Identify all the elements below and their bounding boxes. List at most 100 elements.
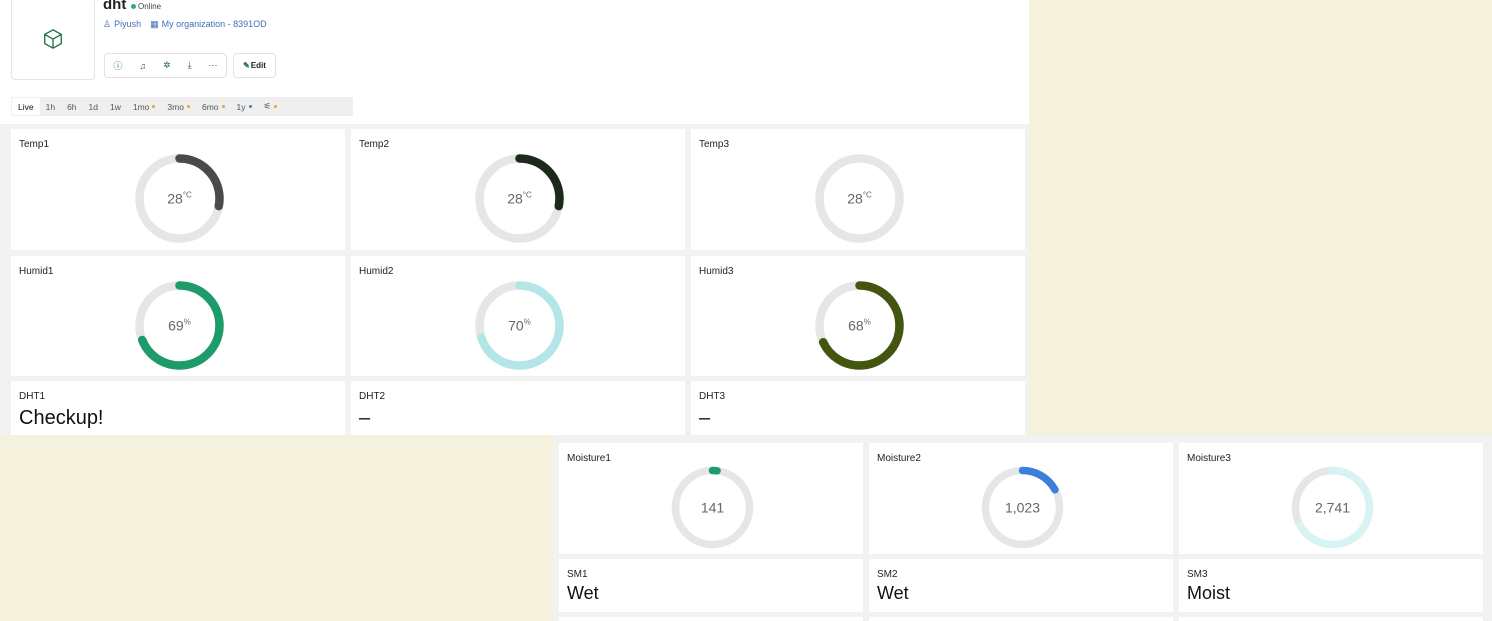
time-range-option[interactable]: 1d xyxy=(83,98,104,115)
gauge-value: 28°C xyxy=(507,191,532,207)
gauge-unit: °C xyxy=(522,191,531,200)
device-title: dht xyxy=(103,0,127,13)
gauge-value-number: 141 xyxy=(700,500,724,516)
gauge-value: 68% xyxy=(848,317,871,333)
time-range-option[interactable]: 1mo xyxy=(127,98,162,115)
time-range-label: 1w xyxy=(110,101,121,112)
gauge-title: Humid3 xyxy=(699,266,734,277)
card-title: SM3 xyxy=(1187,569,1208,580)
gauge-title: Moisture1 xyxy=(567,453,611,464)
card-title: SM2 xyxy=(877,569,898,580)
online-dot-icon xyxy=(131,4,136,10)
gauge-card-humid2: Humid2 70% xyxy=(351,256,685,376)
organization-link[interactable]: ▦ My organization - 8391OD xyxy=(150,19,267,30)
card-value: – xyxy=(699,407,711,429)
gauge-ring: 28°C xyxy=(814,154,904,243)
info-icon[interactable]: ⓘ xyxy=(113,59,122,72)
owner-name: Piyush xyxy=(114,19,142,29)
time-range-label: Live xyxy=(18,101,34,112)
time-range-option[interactable]: 1h xyxy=(40,98,61,115)
card-title: DHT3 xyxy=(699,391,726,402)
card-title: DHT2 xyxy=(359,391,386,402)
gauge-value: 69% xyxy=(168,317,191,333)
gauge-value: 2,741 xyxy=(1314,500,1349,516)
premium-dot-icon xyxy=(186,105,190,108)
gauge-card-temp1: Temp1 28°C xyxy=(11,129,345,250)
card-value: Checkup! xyxy=(19,407,104,429)
card-edge xyxy=(1179,617,1483,621)
premium-dot-icon xyxy=(152,105,156,108)
gauge-card-humid1: Humid1 69% xyxy=(11,256,345,376)
device-meta: ♙ Piyush ▦ My organization - 8391OD xyxy=(103,19,267,30)
card-edge xyxy=(869,617,1173,621)
dashboard-panel-bottom: Moisture1 141 Moisture2 1,023 Moisture3 2,7… xyxy=(553,435,1492,621)
card-value: – xyxy=(359,407,371,429)
gauge-title: Temp1 xyxy=(19,139,50,150)
card-value: Wet xyxy=(567,583,599,603)
gauge-card-temp3: Temp3 28°C xyxy=(691,129,1025,250)
time-range-label: 1mo xyxy=(132,101,150,112)
gauge-title: Temp2 xyxy=(359,139,390,150)
gauge-ring: 68% xyxy=(814,280,904,370)
time-range-option[interactable]: 1y xyxy=(231,98,258,115)
gauge-unit: °C xyxy=(182,191,191,200)
gauge-value-number: 1,023 xyxy=(1004,500,1039,516)
download-icon[interactable]: ⤓ xyxy=(188,60,192,71)
time-range-option[interactable]: 6h xyxy=(61,98,82,115)
gauge-title: Temp3 xyxy=(699,139,730,150)
premium-dot-icon xyxy=(274,105,278,108)
dashboard-panel-top: dht Online ♙ Piyush ▦ My organization - 83… xyxy=(0,0,1029,435)
edit-icon: ✎ xyxy=(243,61,250,70)
gauge-title: Moisture2 xyxy=(877,453,921,464)
gauge-ring: 1,023 xyxy=(981,466,1063,549)
gauge-card-moisture2: Moisture2 1,023 xyxy=(869,443,1173,554)
user-icon: ♙ xyxy=(103,19,112,29)
edit-label: Edit xyxy=(250,61,266,70)
time-range-option[interactable]: 1w xyxy=(104,98,127,115)
edit-button[interactable]: ✎ Edit xyxy=(233,53,276,78)
time-range-option[interactable]: ⚟ xyxy=(258,98,284,115)
gauge-ring: 28°C xyxy=(474,154,564,243)
device-actions-toolbar: ⓘ ♫ ✲ ⤓ ⋯ xyxy=(104,53,227,78)
time-range-option[interactable]: Live xyxy=(12,98,40,115)
time-range-label: 1d xyxy=(88,101,98,112)
gauge-value-number: 28 xyxy=(847,191,863,207)
gauge-card-moisture1: Moisture1 141 xyxy=(559,443,863,554)
card-title: SM1 xyxy=(567,569,588,580)
device-header: dht Online ♙ Piyush ▦ My organization - 83… xyxy=(0,0,1029,124)
time-range-label: 1h xyxy=(45,101,56,112)
label-card-dht1: DHT1 Checkup! xyxy=(11,381,345,435)
status-text: Online xyxy=(138,2,162,11)
gauge-card-temp2: Temp2 28°C xyxy=(351,129,685,250)
gauge-card-moisture3: Moisture3 2,741 xyxy=(1179,443,1483,554)
gauge-title: Humid2 xyxy=(359,266,394,277)
label-card-dht2: DHT2 – xyxy=(351,381,685,435)
gauge-ring: 141 xyxy=(671,466,753,549)
owner-link[interactable]: ♙ Piyush xyxy=(103,19,141,30)
gauge-value-number: 68 xyxy=(848,317,864,333)
premium-dot-icon xyxy=(221,105,225,108)
gauge-value-number: 28 xyxy=(167,191,183,207)
gauge-value: 28°C xyxy=(167,191,192,207)
bell-icon[interactable]: ♫ xyxy=(139,61,146,71)
gauge-value: 28°C xyxy=(847,191,872,207)
building-icon: ▦ xyxy=(150,19,159,29)
card-value: Wet xyxy=(877,583,909,603)
device-cube-icon xyxy=(11,0,95,80)
gauge-ring: 70% xyxy=(474,280,564,370)
time-range-label: 1y xyxy=(236,101,246,112)
label-card-sm2: SM2 Wet xyxy=(869,559,1173,612)
gauge-value-number: 70 xyxy=(508,317,524,333)
gauge-value: 1,023 xyxy=(1004,500,1039,516)
automation-icon[interactable]: ✲ xyxy=(163,60,171,71)
gauge-card-humid3: Humid3 68% xyxy=(691,256,1025,376)
time-range-label: 6h xyxy=(67,101,77,112)
time-range-selector: Live 1h 6h 1d 1w 1mo 3mo 6mo 1y ⚟ xyxy=(11,97,353,116)
time-range-option[interactable]: 3mo xyxy=(161,98,196,115)
label-card-sm3: SM3 Moist xyxy=(1179,559,1483,612)
more-icon[interactable]: ⋯ xyxy=(209,60,218,71)
gauge-value-number: 2,741 xyxy=(1314,500,1349,516)
gauge-title: Moisture3 xyxy=(1187,453,1231,464)
gauge-value: 141 xyxy=(700,500,724,516)
time-range-option[interactable]: 6mo xyxy=(196,98,231,115)
